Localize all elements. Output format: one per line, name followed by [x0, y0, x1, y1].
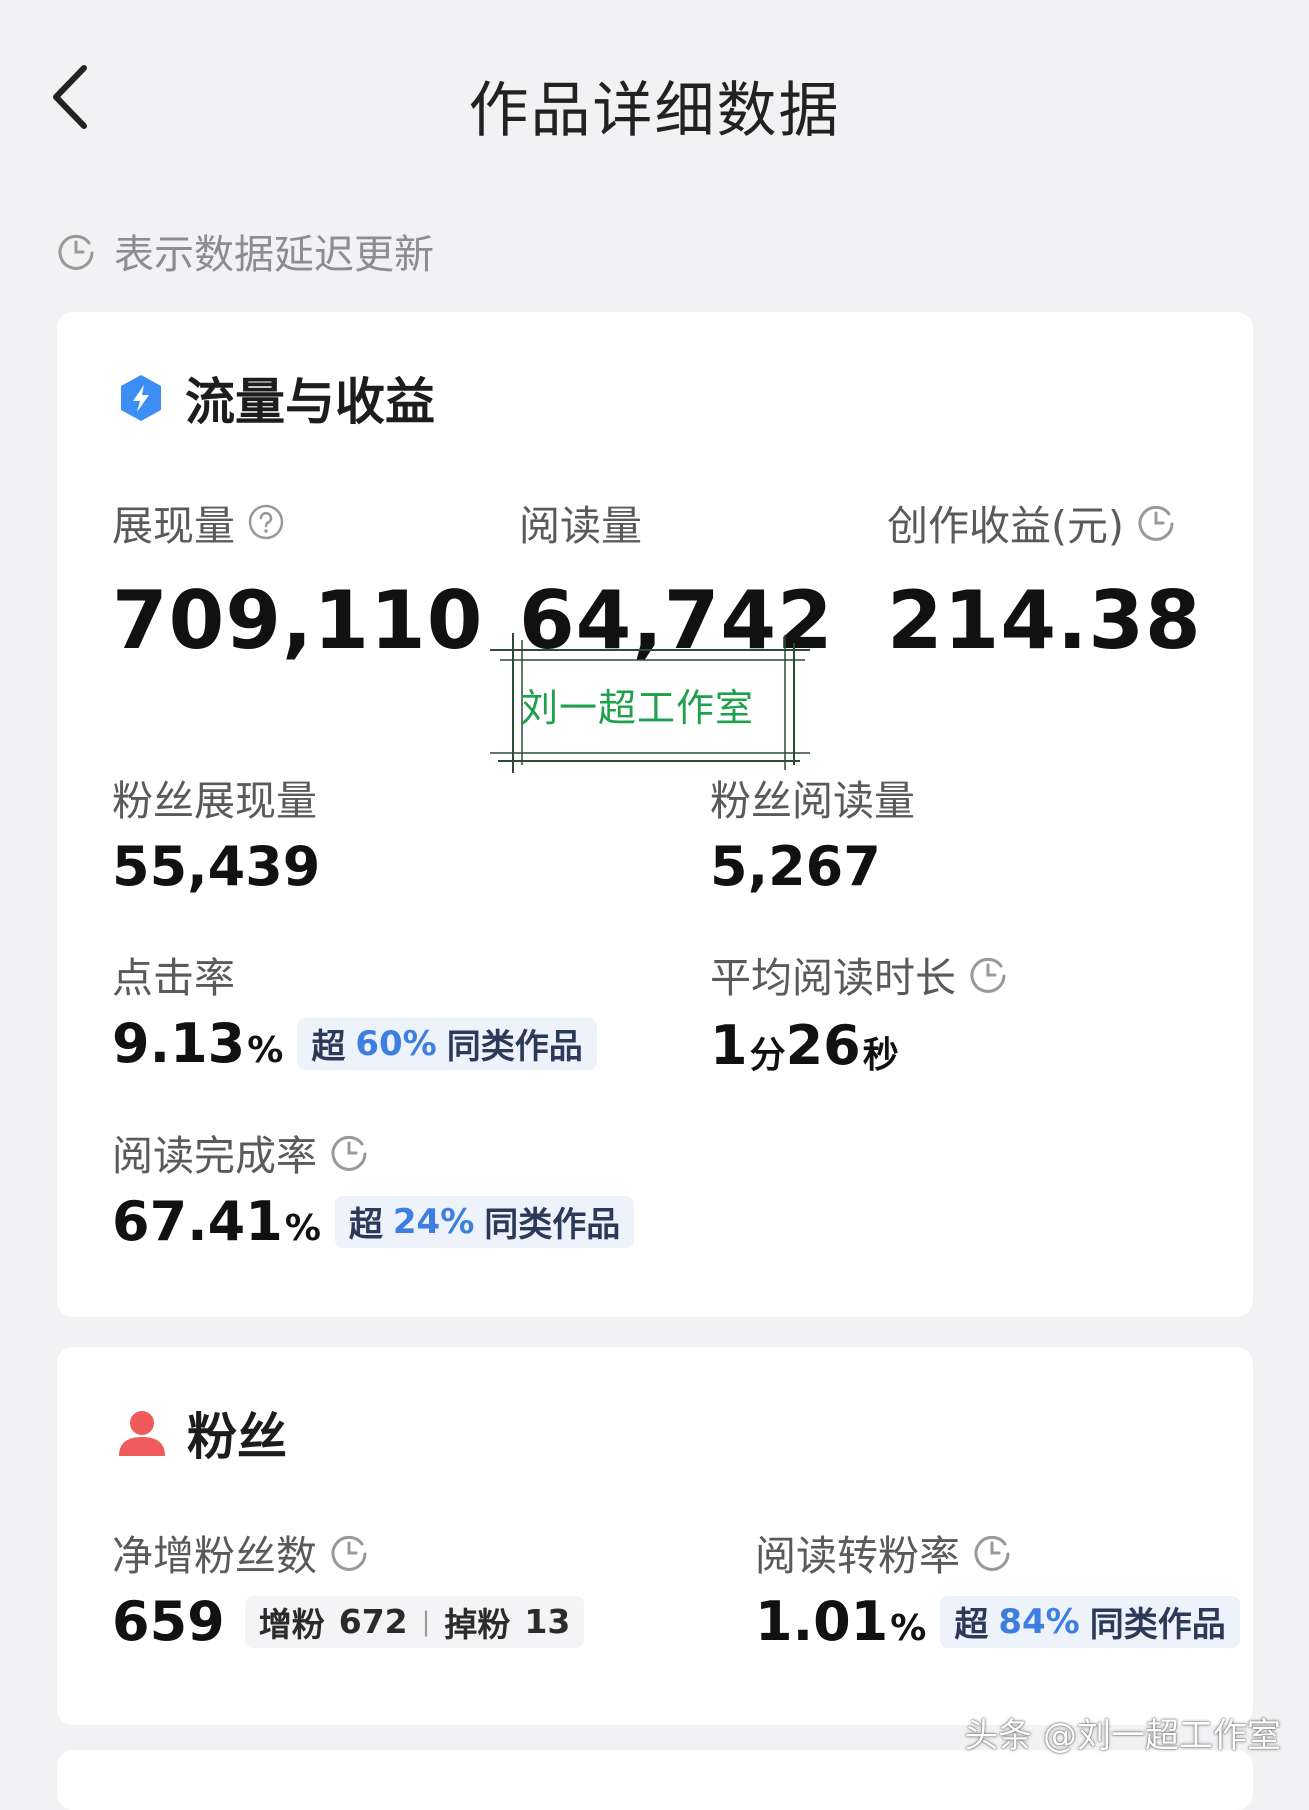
loss-value: 13: [524, 1602, 571, 1641]
completion-label: 阅读完成率: [112, 1132, 317, 1180]
lightning-icon: [121, 375, 161, 421]
traffic-earnings-card: 流量与收益 展现量 709,110 阅读量 64,742 创作收益(元) 214…: [57, 312, 1253, 1317]
tag-percent: 60%: [355, 1023, 437, 1064]
fan-reads-value: 5,267: [710, 835, 881, 898]
clock-icon: [974, 1535, 1010, 1571]
completion-compare-tag: 超 24% 同类作品: [334, 1195, 635, 1248]
tag-suffix: 同类作品: [484, 1205, 621, 1245]
reads-metric[interactable]: 阅读量 64,742: [519, 492, 834, 667]
impressions-label: 展现量: [112, 502, 235, 550]
tag-prefix: 超: [311, 1027, 346, 1067]
page-title: 作品详细数据: [468, 76, 841, 146]
impressions-value: 709,110: [112, 574, 484, 667]
ctr-unit: %: [247, 1030, 284, 1071]
traffic-section-header: 流量与收益: [115, 362, 435, 434]
completion-metric[interactable]: 阅读完成率 67.41 % 超 24% 同类作品: [112, 1122, 635, 1253]
avg-read-minutes: 1: [710, 1013, 748, 1077]
conversion-metric[interactable]: 阅读转粉率 1.01 % 超 84% 同类作品: [755, 1522, 1240, 1653]
delay-notice-text: 表示数据延迟更新: [114, 232, 434, 278]
divider: |: [421, 1606, 431, 1637]
question-icon[interactable]: [247, 503, 285, 541]
avg-read-seconds: 26: [785, 1013, 861, 1077]
ctr-compare-tag: 超 60% 同类作品: [297, 1017, 597, 1070]
impressions-metric[interactable]: 展现量 709,110: [112, 492, 483, 667]
avg-read-time-metric[interactable]: 平均阅读时长 1 分 26 秒: [710, 944, 1008, 1078]
traffic-section-title: 流量与收益: [185, 373, 435, 431]
fan-impressions-value: 55,439: [112, 835, 321, 898]
tag-prefix: 超: [954, 1605, 989, 1645]
next-card: [57, 1750, 1253, 1810]
fan-impressions-metric[interactable]: 粉丝展现量 55,439: [112, 767, 320, 898]
reads-value: 64,742: [519, 574, 834, 667]
completion-unit: %: [284, 1208, 321, 1249]
delay-notice: 表示数据延迟更新: [56, 222, 434, 280]
clock-icon: [331, 1535, 367, 1571]
tag-prefix: 超: [348, 1205, 383, 1245]
fans-section-header: 粉丝: [115, 1397, 287, 1469]
fan-impressions-label: 粉丝展现量: [112, 777, 317, 825]
earnings-value: 214.38: [887, 574, 1202, 667]
conversion-compare-tag: 超 84% 同类作品: [940, 1595, 1240, 1648]
completion-value: 67.41: [112, 1190, 283, 1253]
conversion-label: 阅读转粉率: [755, 1532, 960, 1580]
tag-suffix: 同类作品: [446, 1027, 583, 1067]
fans-section-title: 粉丝: [187, 1408, 287, 1466]
clock-icon: [970, 957, 1006, 993]
top-bar: 作品详细数据: [0, 0, 1309, 200]
gain-label: 增粉: [258, 1604, 325, 1644]
conversion-value: 1.01: [755, 1590, 889, 1653]
earnings-label: 创作收益(元): [887, 502, 1124, 550]
tag-percent: 84%: [998, 1601, 1080, 1642]
avg-read-time-label: 平均阅读时长: [710, 954, 956, 1002]
gain-value: 672: [338, 1602, 408, 1641]
tag-suffix: 同类作品: [1089, 1605, 1226, 1645]
conversion-unit: %: [890, 1608, 927, 1649]
tag-percent: 24%: [392, 1201, 475, 1242]
fan-reads-label: 粉丝阅读量: [710, 777, 915, 825]
reads-label: 阅读量: [519, 502, 642, 550]
clock-icon: [58, 234, 94, 270]
seconds-unit: 秒: [862, 1035, 899, 1076]
ctr-value: 9.13: [112, 1012, 246, 1075]
person-icon: [119, 1411, 165, 1456]
net-fans-metric[interactable]: 净增粉丝数 659 增粉 672 | 掉粉 13: [112, 1522, 585, 1653]
earnings-metric[interactable]: 创作收益(元) 214.38: [887, 492, 1202, 667]
platform-watermark: 头条 @刘一超工作室: [964, 1716, 1281, 1756]
ctr-metric[interactable]: 点击率 9.13 % 超 60% 同类作品: [112, 944, 597, 1075]
minutes-unit: 分: [749, 1035, 786, 1076]
net-fans-value: 659: [112, 1590, 225, 1653]
fans-card: 粉丝 净增粉丝数 659 增粉 672 | 掉粉 13 阅读转粉率 1.01 %…: [57, 1347, 1253, 1725]
clock-icon: [331, 1135, 367, 1171]
fans-breakdown-tag: 增粉 672 | 掉粉 13: [244, 1595, 585, 1648]
ctr-label: 点击率: [112, 954, 235, 1002]
fan-reads-metric[interactable]: 粉丝阅读量 5,267: [710, 767, 915, 898]
loss-label: 掉粉: [444, 1604, 511, 1644]
clock-icon: [1138, 505, 1174, 541]
net-fans-label: 净增粉丝数: [112, 1532, 317, 1580]
